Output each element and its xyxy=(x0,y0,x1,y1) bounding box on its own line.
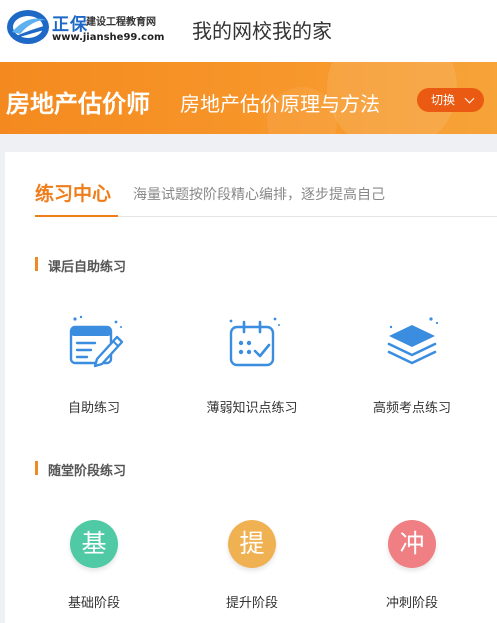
weak-point-practice-item[interactable]: 薄弱知识点练习 xyxy=(187,313,317,416)
high-frequency-practice-item[interactable]: 高频考点练习 xyxy=(347,313,477,416)
item-label: 基础阶段 xyxy=(67,596,120,611)
practice-card: 练习中心 海量试题按阶段精心编排，逐步提高自己 课后自助练习 自助练习 薄弱知识… xyxy=(5,152,497,623)
logo-icon[interactable] xyxy=(6,8,50,46)
switch-subject-button[interactable]: 切换 xyxy=(417,88,484,112)
exam-title: 房地产估价师 xyxy=(6,90,150,118)
subject-title: 房地产估价原理与方法 xyxy=(180,92,380,116)
section-title-after-class: 课后自助练习 xyxy=(35,256,126,275)
calendar-check-icon xyxy=(229,317,280,367)
top-header: 正保 建设工程教育网 www.jianshe99.com 我的网校我的家 xyxy=(0,0,497,62)
active-tab-indicator xyxy=(35,215,118,217)
item-label: 高频考点练习 xyxy=(372,401,451,416)
section-title-stage: 随堂阶段练习 xyxy=(35,460,126,479)
notebook-pen-icon xyxy=(69,315,124,368)
item-label: 冲刺阶段 xyxy=(385,596,438,611)
stage-sprint-icon: 冲 xyxy=(388,520,436,568)
tab-description: 海量试题按阶段精心编排，逐步提高自己 xyxy=(133,187,385,203)
stage-basic-item[interactable]: 基 基础阶段 xyxy=(29,520,159,611)
chevron-down-icon xyxy=(464,93,475,104)
item-label: 自助练习 xyxy=(67,401,120,416)
switch-label: 切换 xyxy=(431,93,456,107)
self-practice-item[interactable]: 自助练习 xyxy=(29,313,159,416)
stage-improve-icon: 提 xyxy=(228,520,276,568)
site-slogan: 我的网校我的家 xyxy=(192,19,332,43)
logo-url: www.jianshe99.com xyxy=(52,32,165,43)
tab-practice-center[interactable]: 练习中心 xyxy=(35,179,111,206)
logo-subtitle: 建设工程教育网 xyxy=(86,17,156,28)
stage-basic-icon: 基 xyxy=(70,520,118,568)
layers-icon xyxy=(387,317,439,365)
stage-sprint-item[interactable]: 冲 冲刺阶段 xyxy=(347,520,477,611)
item-label: 薄弱知识点练习 xyxy=(206,401,298,416)
item-label: 提升阶段 xyxy=(225,596,278,611)
stage-improve-item[interactable]: 提 提升阶段 xyxy=(187,520,317,611)
course-banner: 房地产估价师 房地产估价原理与方法 切换 xyxy=(0,62,497,134)
